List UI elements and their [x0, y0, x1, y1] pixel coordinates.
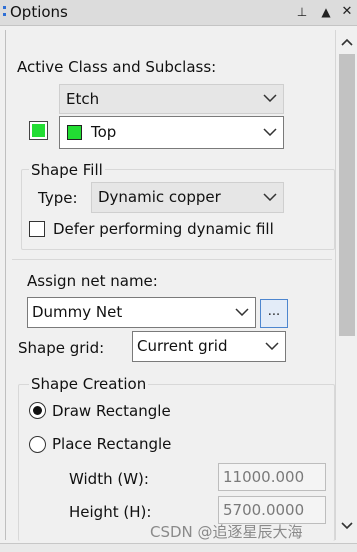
scroll-thumb[interactable]: [339, 54, 355, 336]
collapse-up-icon[interactable]: ▲: [317, 3, 335, 21]
shape-grid-label: Shape grid:: [18, 339, 105, 357]
chevron-down-icon: [263, 192, 277, 201]
chevron-down-icon: [263, 127, 277, 136]
shape-grid-value: Current grid: [137, 337, 228, 355]
subclass-color-icon: [67, 125, 82, 140]
shape-fill-title: Shape Fill: [29, 160, 105, 180]
close-icon[interactable]: ✕: [338, 3, 356, 21]
defer-fill-label: Defer performing dynamic fill: [53, 220, 274, 238]
place-rectangle-radio[interactable]: [29, 436, 46, 453]
assign-net-label: Assign net name:: [27, 272, 158, 290]
draw-rectangle-radio[interactable]: [29, 402, 46, 419]
active-class-heading: Active Class and Subclass:: [17, 58, 217, 76]
type-label: Type:: [38, 189, 78, 207]
subclass-select[interactable]: Top: [59, 116, 284, 149]
grip-icon[interactable]: [2, 5, 6, 19]
defer-fill-checkbox[interactable]: [29, 221, 45, 237]
scroll-down-icon[interactable]: [336, 516, 357, 536]
subclass-color-swatch-icon[interactable]: [29, 121, 48, 140]
browse-net-button[interactable]: ...: [260, 299, 288, 328]
chevron-down-icon: [263, 94, 277, 102]
panel-titlebar: Options ⊥ ▲ ✕: [0, 0, 357, 26]
chevron-down-icon: [265, 341, 279, 350]
place-rectangle-label: Place Rectangle: [52, 435, 172, 453]
divider: [12, 259, 332, 260]
height-label: Height (H):: [69, 503, 152, 521]
scroll-up-icon[interactable]: [336, 32, 357, 52]
pin-icon[interactable]: ⊥: [293, 3, 311, 21]
fill-type-select[interactable]: Dynamic copper: [91, 182, 284, 213]
fill-type-value: Dynamic copper: [98, 188, 221, 206]
height-field[interactable]: 5700.0000: [218, 496, 326, 524]
net-name-value: Dummy Net: [32, 303, 123, 321]
shape-creation-title: Shape Creation: [29, 374, 149, 394]
draw-rectangle-label: Draw Rectangle: [52, 402, 171, 420]
class-select[interactable]: Etch: [59, 84, 284, 114]
chevron-down-icon: [235, 307, 249, 316]
watermark-text: CSDN @追逐星辰大海: [150, 523, 303, 541]
subclass-select-value: Top: [91, 123, 117, 141]
class-select-value: Etch: [66, 90, 100, 108]
panel-title: Options: [10, 3, 68, 21]
net-name-select[interactable]: Dummy Net: [27, 297, 256, 328]
width-label: Width (W):: [69, 470, 149, 488]
vertical-scrollbar[interactable]: [335, 30, 357, 540]
shape-grid-select[interactable]: Current grid: [132, 331, 286, 362]
width-field[interactable]: 11000.000: [218, 463, 326, 491]
